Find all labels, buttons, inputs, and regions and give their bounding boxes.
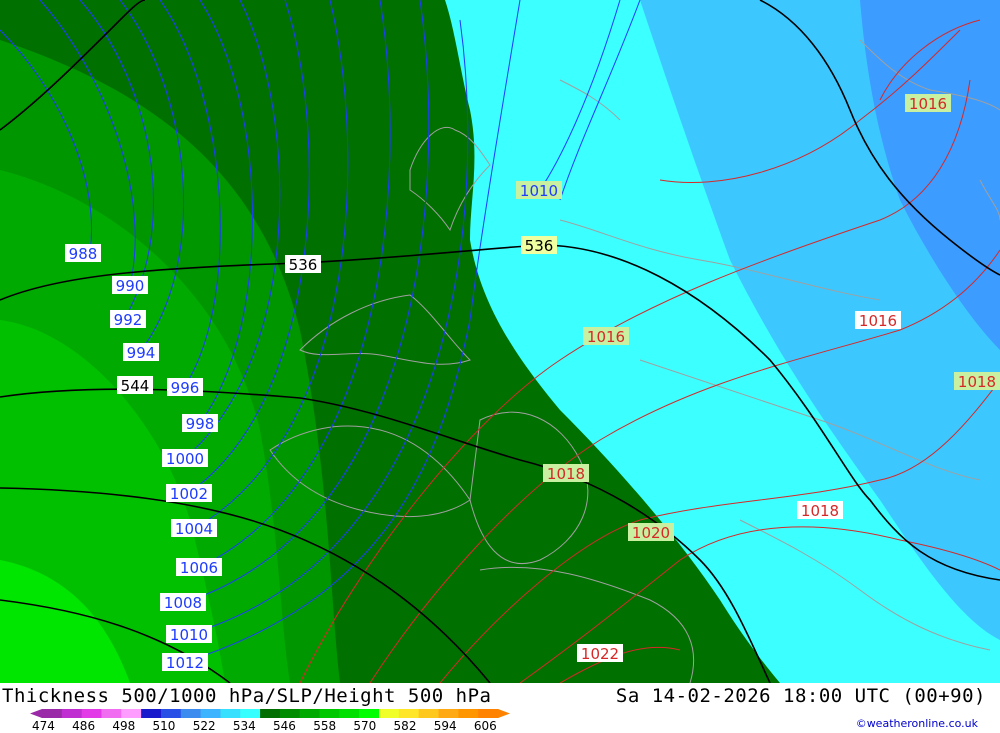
colorbar-arrow-left — [30, 709, 42, 718]
height-label: 536 — [289, 256, 318, 274]
colorbar-tick-label: 594 — [434, 719, 457, 731]
colorbar-tick-label: 558 — [313, 719, 336, 731]
colorbar-swatch — [299, 709, 321, 718]
colorbar-swatch — [101, 709, 122, 718]
colorbar-swatch — [160, 709, 182, 718]
colorbar-swatch — [180, 709, 202, 718]
isobar-label: 1020 — [632, 524, 670, 542]
colorbar-swatch — [319, 709, 340, 718]
colorbar-tick-label: 606 — [474, 719, 497, 731]
map-title: Thickness 500/1000 hPa/SLP/Height 500 hP… — [2, 685, 492, 707]
isobar-label: 988 — [69, 245, 98, 263]
credit-link[interactable]: ©weatheronline.co.uk — [856, 717, 978, 730]
colorbar-tick-label: 486 — [72, 719, 95, 731]
colorbar-swatch — [359, 709, 380, 718]
colorbar-swatch — [339, 709, 360, 718]
colorbar-swatch — [61, 709, 83, 718]
isobar-label: 1018 — [801, 502, 839, 520]
colorbar-tick-label: 570 — [353, 719, 376, 731]
weather-map: 988 990 992 994 996 998 1000 1002 1004 1… — [0, 0, 1000, 683]
isobar-label: 1012 — [166, 654, 204, 672]
isobar-label: 1010 — [520, 182, 558, 200]
isobar-label: 1000 — [166, 450, 204, 468]
isobar-label: 1022 — [581, 645, 619, 663]
colorbar-tick-label: 522 — [193, 719, 216, 731]
colorbar-swatch — [260, 709, 281, 718]
colorbar-ticks: 474 486 498 510 522 534 546 558 570 582 594 606 — [32, 719, 497, 731]
isobar-label: 998 — [186, 415, 215, 433]
isobar-label: 1016 — [909, 95, 947, 113]
isobar-label: 1018 — [547, 465, 585, 483]
colorbar-swatch — [478, 709, 499, 718]
isobar-label: 1004 — [175, 520, 213, 538]
map-canvas: 988 990 992 994 996 998 1000 1002 1004 1… — [0, 0, 1000, 683]
isobar-label: 1016 — [587, 328, 625, 346]
isobar-label: 1016 — [859, 312, 897, 330]
colorbar-tick-label: 498 — [112, 719, 135, 731]
isobar-label: 1002 — [170, 485, 208, 503]
colorbar-swatch — [200, 709, 221, 718]
colorbar-swatch — [418, 709, 440, 718]
colorbar-swatch — [279, 709, 301, 718]
isobar-label: 1008 — [164, 594, 202, 612]
colorbar-swatch — [379, 709, 400, 718]
colorbar-swatch — [240, 709, 261, 718]
isobar-label: 1018 — [958, 373, 996, 391]
isobar-label: 994 — [127, 344, 156, 362]
colorbar-tick-label: 474 — [32, 719, 55, 731]
colorbar-tick-label: 510 — [153, 719, 176, 731]
isobar-label: 992 — [114, 311, 143, 329]
colorbar-swatch — [398, 709, 420, 718]
map-footer: Thickness 500/1000 hPa/SLP/Height 500 hP… — [0, 683, 1000, 733]
colorbar-swatch — [42, 709, 63, 718]
colorbar-swatches — [30, 709, 510, 718]
colorbar-tick-label: 582 — [394, 719, 417, 731]
isobar-label: 1010 — [170, 626, 208, 644]
colorbar: 474 486 498 510 522 534 546 558 570 582 594 606 — [30, 709, 510, 731]
colorbar-swatch — [438, 709, 459, 718]
isobar-label: 1006 — [180, 559, 218, 577]
isobar-label: 990 — [116, 277, 145, 295]
height-label: 536 — [525, 237, 554, 255]
colorbar-swatch — [458, 709, 479, 718]
colorbar-swatch — [141, 709, 162, 718]
isobar-label: 996 — [171, 379, 200, 397]
colorbar-tick-label: 534 — [233, 719, 256, 731]
height-label: 544 — [121, 377, 150, 395]
valid-time: Sa 14-02-2026 18:00 UTC (00+90) — [615, 685, 986, 707]
colorbar-swatch — [220, 709, 241, 718]
colorbar-swatch — [81, 709, 102, 718]
colorbar-arrow-right — [498, 709, 510, 718]
colorbar-tick-label: 546 — [273, 719, 296, 731]
colorbar-swatch — [121, 709, 142, 718]
